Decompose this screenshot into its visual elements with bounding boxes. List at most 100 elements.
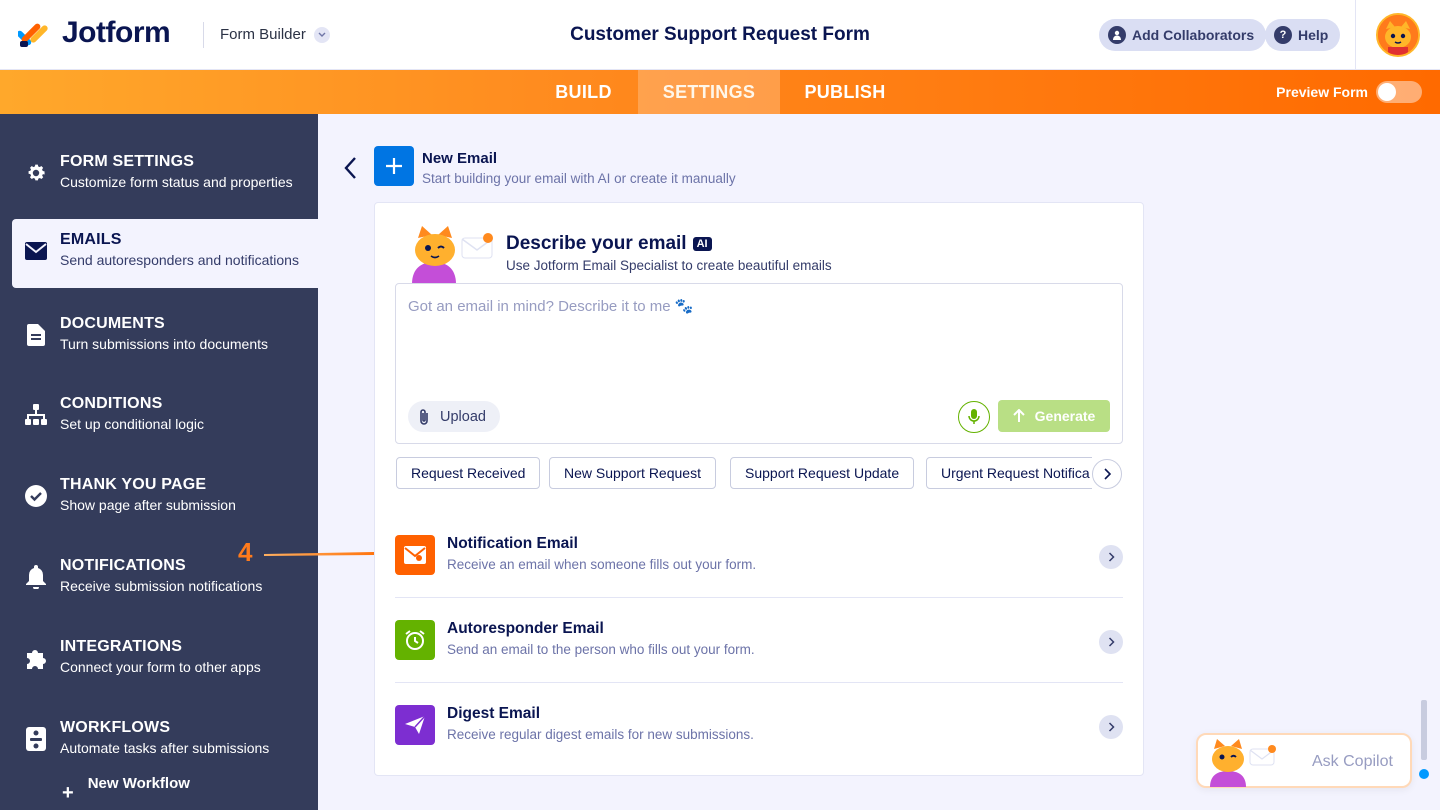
chips-next-button[interactable] [1092, 459, 1122, 489]
sidebar-item-title: WORKFLOWS [60, 719, 171, 736]
question-icon: ? [1274, 26, 1292, 44]
autoresponder-email-option[interactable]: Autoresponder Email Send an email to the… [395, 620, 1123, 705]
sidebar-item-conditions[interactable]: CONDITIONS Set up conditional logic [0, 383, 318, 453]
option-subtitle: Receive an email when someone fills out … [447, 557, 757, 572]
sidebar-item-title: INTEGRATIONS [60, 638, 183, 655]
header-divider [203, 22, 204, 48]
chevron-down-icon [313, 26, 330, 43]
alarm-clock-icon [395, 620, 435, 660]
microphone-button[interactable] [958, 401, 990, 433]
chevron-right-icon [1099, 630, 1123, 654]
sidebar-item-subtitle: Show page after submission [60, 497, 236, 513]
generate-button[interactable]: Generate [998, 400, 1110, 432]
settings-sidebar: FORM SETTINGS Customize form status and … [0, 114, 318, 810]
main-tab-bar: BUILD SETTINGS PUBLISH Preview Form [0, 70, 1440, 114]
arrow-up-icon [1012, 409, 1025, 422]
jotform-logo-icon [16, 17, 50, 49]
back-button[interactable] [338, 155, 362, 181]
check-circle-icon [24, 484, 48, 508]
chevron-left-icon [344, 157, 356, 179]
ask-copilot-button[interactable]: Ask Copilot [1196, 733, 1412, 788]
sidebar-item-form-settings[interactable]: FORM SETTINGS Customize form status and … [0, 141, 318, 211]
copilot-mascot-icon [1206, 737, 1278, 787]
form-title[interactable]: Customer Support Request Form [570, 24, 870, 45]
preview-form-toggle[interactable] [1376, 81, 1422, 103]
form-builder-label: Form Builder [220, 26, 306, 43]
jotform-watermark-icon [1412, 690, 1436, 790]
ai-badge: AI [692, 237, 712, 251]
describe-email-heading: Describe your email AI [506, 233, 712, 255]
tab-build[interactable]: BUILD [529, 70, 638, 114]
new-workflow-label: New Workflow [87, 774, 190, 792]
tab-settings[interactable]: SETTINGS [638, 70, 780, 114]
sidebar-item-subtitle: Receive submission notifications [60, 578, 263, 594]
paperclip-icon [420, 408, 428, 425]
sidebar-item-documents[interactable]: DOCUMENTS Turn submissions into document… [0, 303, 318, 373]
sidebar-item-thank-you-page[interactable]: THANK YOU PAGE Show page after submissio… [0, 464, 318, 534]
new-email-subtitle: Start building your email with AI or cre… [422, 171, 736, 186]
paper-plane-icon [395, 705, 435, 745]
add-collaborators-label: Add Collaborators [1132, 27, 1255, 43]
step-number-annotation: 4 [238, 537, 253, 567]
suggestion-chip[interactable]: Request Received [396, 457, 541, 489]
suggestion-chip[interactable]: Support Request Update [730, 457, 915, 489]
sidebar-item-subtitle: Set up conditional logic [60, 416, 204, 432]
microphone-icon [968, 409, 980, 424]
digest-email-option[interactable]: Digest Email Receive regular digest emai… [395, 705, 1123, 790]
option-subtitle: Receive regular digest emails for new su… [447, 727, 754, 742]
option-title: Autoresponder Email [447, 620, 604, 637]
option-title: Digest Email [447, 705, 541, 722]
upload-button[interactable]: Upload [408, 401, 500, 432]
gear-icon [24, 161, 48, 185]
tab-publish[interactable]: PUBLISH [780, 70, 910, 114]
ask-copilot-label: Ask Copilot [1312, 753, 1393, 770]
envelope-icon [24, 239, 48, 263]
suggestion-chip[interactable]: New Support Request [549, 457, 716, 489]
sidebar-item-title: CONDITIONS [60, 395, 163, 412]
new-email-title: New Email [422, 150, 498, 167]
help-button[interactable]: ? Help [1265, 19, 1341, 51]
add-collaborators-button[interactable]: Add Collaborators [1099, 19, 1267, 51]
form-builder-dropdown[interactable]: Form Builder [220, 26, 330, 43]
option-title: Notification Email [447, 535, 578, 552]
sidebar-item-integrations[interactable]: INTEGRATIONS Connect your form to other … [0, 626, 318, 696]
upload-label: Upload [440, 408, 486, 425]
puzzle-icon [24, 646, 48, 670]
suggestion-chips: Request Received New Support Request Sup… [396, 457, 1092, 489]
option-divider [395, 597, 1123, 598]
suggestion-chip[interactable]: Urgent Request Notifica [926, 457, 1092, 489]
help-label: Help [1298, 27, 1329, 43]
sidebar-item-emails[interactable]: EMAILS Send autoresponders and notificat… [12, 219, 318, 288]
generate-label: Generate [1034, 408, 1096, 424]
user-icon [1108, 26, 1126, 44]
option-subtitle: Send an email to the person who fills ou… [447, 642, 755, 657]
sitemap-icon [24, 403, 48, 427]
workflow-icon [24, 727, 48, 751]
avatar[interactable] [1376, 13, 1420, 57]
logo-text: Jotform [62, 16, 171, 49]
sidebar-item-title: EMAILS [60, 231, 122, 248]
new-workflow-button[interactable]: + New Workflow [62, 775, 190, 804]
top-header: Jotform Form Builder Customer Support Re… [0, 0, 1440, 70]
jotform-logo[interactable]: Jotform [16, 16, 171, 50]
sidebar-item-workflows[interactable]: WORKFLOWS Automate tasks after submissio… [0, 707, 318, 777]
notification-email-option[interactable]: Notification Email Receive an email when… [395, 535, 1123, 620]
chevron-right-icon [1099, 545, 1123, 569]
document-icon [24, 323, 48, 347]
mail-icon [395, 535, 435, 575]
describe-email-subtitle: Use Jotform Email Specialist to create b… [506, 258, 832, 273]
header-divider-right [1355, 0, 1356, 70]
preview-form-toggle-wrap[interactable]: Preview Form [1276, 81, 1422, 103]
sidebar-item-subtitle: Automate tasks after submissions [60, 740, 270, 756]
chevron-right-icon [1104, 468, 1111, 480]
sidebar-item-title: DOCUMENTS [60, 315, 165, 332]
chevron-right-icon [1099, 715, 1123, 739]
preview-form-label: Preview Form [1276, 84, 1368, 100]
sidebar-item-subtitle: Customize form status and properties [60, 174, 293, 190]
bell-icon [24, 565, 48, 589]
option-divider [395, 682, 1123, 683]
email-specialist-mascot-icon [408, 224, 498, 284]
sidebar-item-subtitle: Send autoresponders and notifications [60, 252, 299, 268]
describe-email-title: Describe your email [506, 233, 687, 254]
cat-avatar-icon [1378, 15, 1418, 55]
